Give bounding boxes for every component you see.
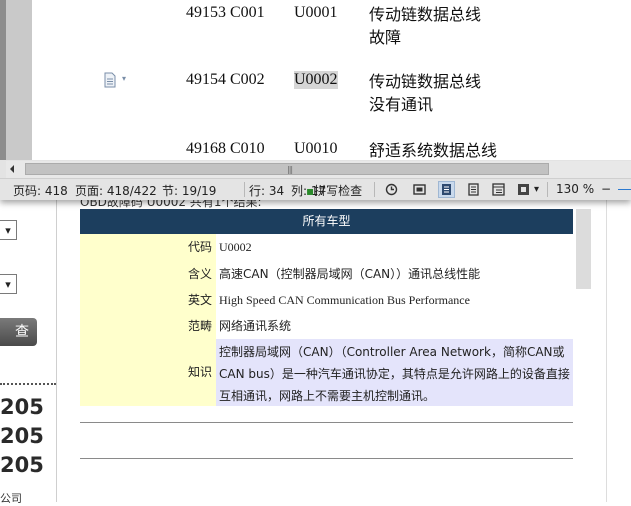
panel-divider bbox=[56, 200, 57, 502]
row-value: High Speed CAN Communication Bus Perform… bbox=[216, 287, 573, 313]
row-label: 知识 bbox=[80, 339, 216, 406]
history-icon[interactable] bbox=[384, 182, 399, 197]
row-label: 含义 bbox=[80, 261, 216, 287]
entry-number: 49153 C001 bbox=[186, 4, 265, 21]
scroll-grip: ||| bbox=[287, 165, 293, 174]
chevron-down-icon[interactable]: ▾ bbox=[122, 74, 126, 83]
dotted-divider bbox=[0, 383, 56, 385]
outline-view-icon[interactable] bbox=[466, 182, 481, 197]
fullscreen-icon[interactable] bbox=[412, 182, 427, 197]
table-row: 代码 U0002 bbox=[80, 234, 573, 261]
result-number: 205 bbox=[0, 453, 44, 477]
query-button[interactable]: 查 询 bbox=[0, 318, 37, 368]
chevron-down-icon: ▾ bbox=[5, 278, 11, 291]
scroll-left-icon[interactable] bbox=[8, 164, 16, 174]
knowledge-line: CAN bus）是一种汽车通讯协定，其特点是允许网路上的设备直接 bbox=[219, 367, 570, 381]
horizontal-scrollbar[interactable]: ||| bbox=[6, 161, 631, 178]
zoom-level[interactable]: 130 % bbox=[556, 182, 594, 196]
table-row: 英文 High Speed CAN Communication Bus Perf… bbox=[80, 287, 573, 313]
vehicle-type-header: 所有车型 bbox=[80, 209, 573, 234]
result-number: 205 bbox=[0, 395, 44, 419]
zoom-slider[interactable] bbox=[618, 189, 631, 190]
row-label: 英文 bbox=[80, 287, 216, 313]
entry-description: 传动链数据总线 没有通讯 bbox=[369, 72, 482, 114]
status-bar: 页码: 418 页面: 418/422 节: 19/19 行: 34 列: 17… bbox=[0, 178, 631, 200]
filter-select-1[interactable]: ▾ bbox=[0, 220, 17, 240]
zoom-out-button[interactable]: − bbox=[601, 182, 611, 196]
table-row: 范畴 网络通讯系统 bbox=[80, 313, 573, 339]
spellcheck-toggle[interactable]: ▪拼写检查 bbox=[306, 182, 362, 199]
dtc-detail-table: 代码 U0002 含义 高速CAN（控制器局域网（CAN））通讯总线性能 英文 … bbox=[80, 234, 573, 406]
row-label: 代码 bbox=[80, 234, 216, 261]
table-row: 含义 高速CAN（控制器局域网（CAN））通讯总线性能 bbox=[80, 261, 573, 287]
entry-description: 传动链数据总线 故障 bbox=[369, 5, 482, 47]
entry-number: 49168 C010 bbox=[186, 140, 265, 157]
result-number: 205 bbox=[0, 424, 44, 448]
divider-line bbox=[80, 458, 573, 459]
page-view-icon[interactable] bbox=[438, 181, 455, 198]
row-label: 范畴 bbox=[80, 313, 216, 339]
reading-mode-icon[interactable] bbox=[516, 182, 531, 197]
row-value: 网络通讯系统 bbox=[216, 313, 573, 339]
entry-ucode: U0001 bbox=[294, 4, 338, 21]
status-row: 行: 34 bbox=[249, 184, 285, 198]
entry-number: 49154 C002 bbox=[186, 71, 265, 88]
status-section: 节: 19/19 bbox=[162, 184, 217, 198]
knowledge-line: 控制器局域网（CAN）（Controller Area Network，简称CA… bbox=[219, 345, 565, 359]
entry-ucode: U0010 bbox=[294, 140, 338, 157]
status-page-code: 页码: 418 bbox=[13, 184, 68, 198]
separator bbox=[244, 182, 245, 197]
divider-line bbox=[80, 422, 573, 423]
document-icon[interactable] bbox=[104, 72, 116, 88]
separator bbox=[374, 182, 375, 197]
web-view-icon[interactable] bbox=[491, 182, 506, 197]
document-editor-window: 49153 C001 U0001 传动链数据总线 故障 49154 C002 U… bbox=[0, 0, 631, 200]
table-row: 知识 控制器局域网（CAN）（Controller Area Network，简… bbox=[80, 339, 573, 406]
document-margin bbox=[6, 0, 32, 160]
row-value: 高速CAN（控制器局域网（CAN））通讯总线性能 bbox=[216, 261, 573, 287]
separator bbox=[547, 182, 548, 197]
entry-description: 舒适系统数据总线 bbox=[369, 141, 498, 160]
company-text: 公司 bbox=[0, 492, 22, 505]
chevron-down-icon[interactable]: ▾ bbox=[534, 184, 539, 195]
row-value: 控制器局域网（CAN）（Controller Area Network，简称CA… bbox=[216, 339, 573, 406]
filter-select-2[interactable]: ▾ bbox=[0, 274, 17, 294]
right-panel-strip bbox=[606, 200, 631, 502]
table-scrollbar[interactable] bbox=[576, 209, 591, 289]
status-page[interactable]: 页面: 418/422 bbox=[75, 182, 157, 199]
check-icon: ▪ bbox=[306, 184, 315, 198]
entry-ucode-highlighted: U0002 bbox=[294, 71, 338, 89]
row-value: U0002 bbox=[216, 234, 573, 261]
chevron-down-icon: ▾ bbox=[5, 224, 11, 237]
knowledge-line: 互相通讯，网路上不需要主机控制通讯。 bbox=[219, 389, 436, 403]
